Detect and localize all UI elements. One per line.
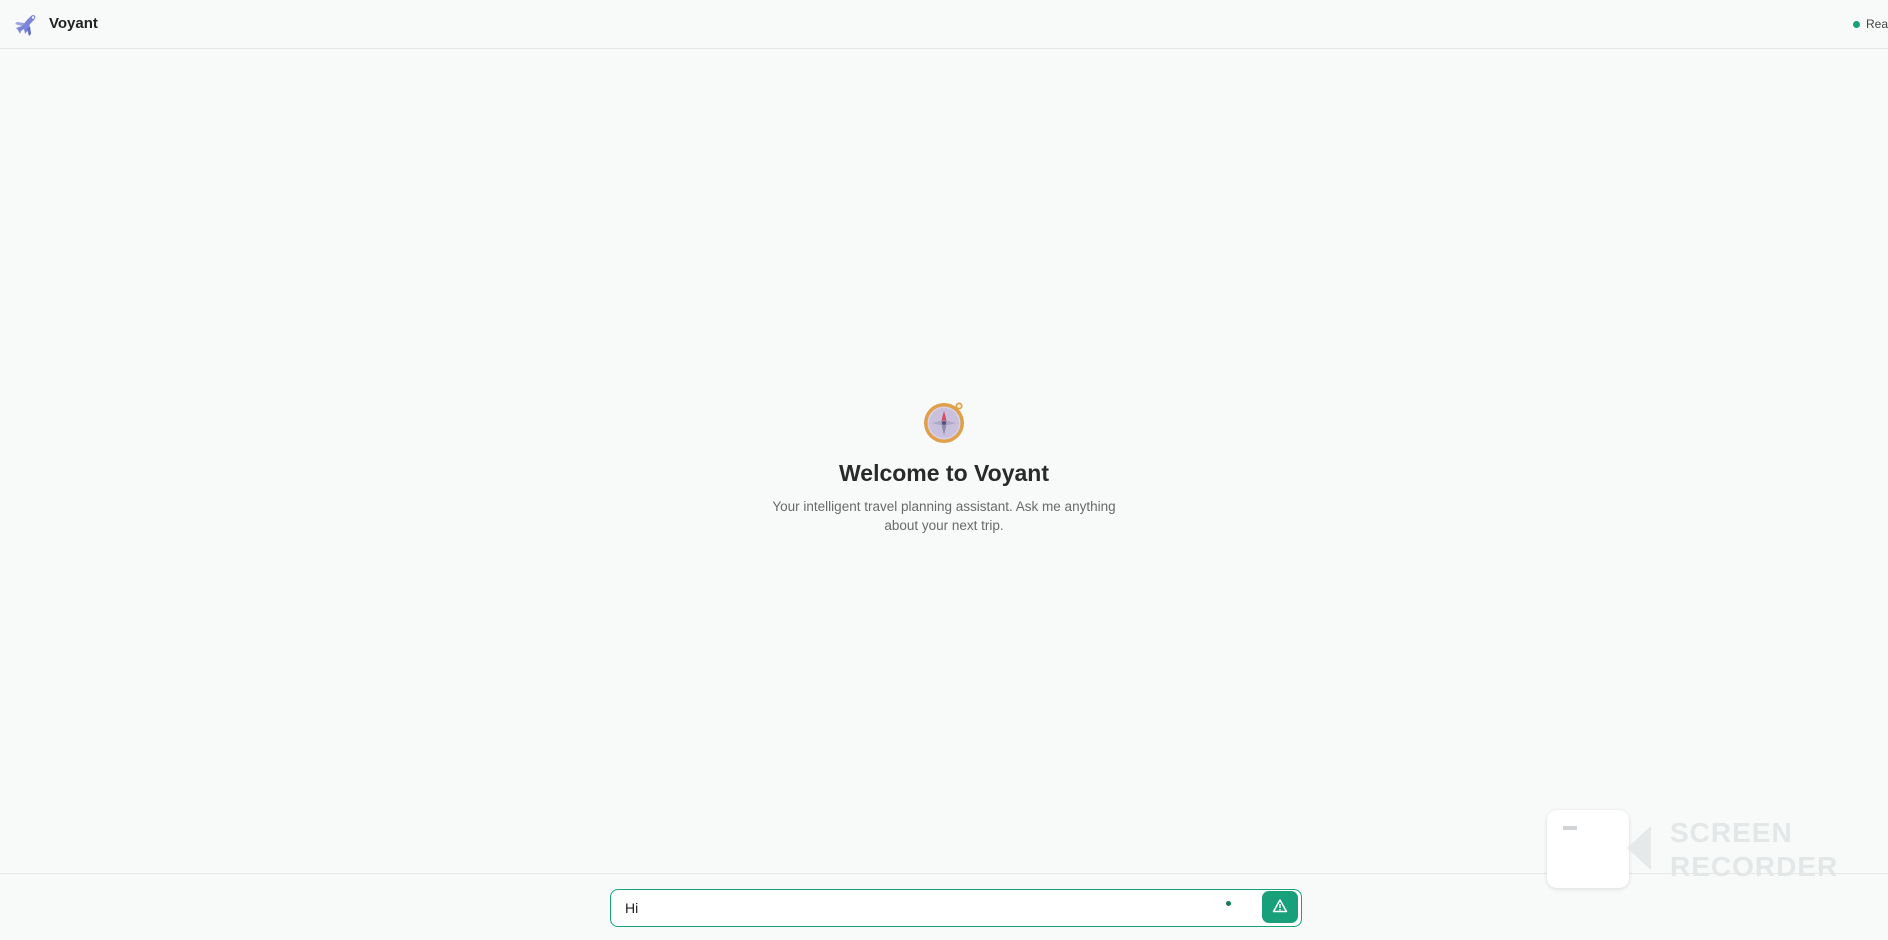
watermark-line-1: SCREEN <box>1670 817 1793 848</box>
chat-input[interactable] <box>625 898 1185 918</box>
status-indicator: Rea <box>1853 16 1888 32</box>
welcome-subtitle: Your intelligent travel planning assista… <box>772 499 1116 533</box>
typing-indicator-dot <box>1226 901 1231 906</box>
warning-triangle-icon <box>1272 898 1288 917</box>
watermark-tab <box>1563 826 1577 830</box>
status-text: Rea <box>1866 17 1888 31</box>
welcome-title: Welcome to Voyant <box>838 460 1050 486</box>
top-bar: Voyant Rea <box>0 0 1888 49</box>
airplane-icon <box>13 12 39 38</box>
send-button[interactable] <box>1262 891 1298 923</box>
watermark-text: SCREEN RECORDER <box>1670 816 1838 884</box>
welcome-panel: Welcome to Voyant Your intelligent trave… <box>744 398 1144 535</box>
compass-icon <box>744 398 1144 446</box>
screen-recorder-watermark: SCREEN RECORDER <box>1547 806 1847 890</box>
chat-input-container <box>610 889 1302 927</box>
watermark-box <box>1547 810 1629 888</box>
watermark-line-2: RECORDER <box>1670 851 1839 882</box>
status-dot-icon <box>1853 20 1860 28</box>
app-title: Voyant <box>49 15 98 32</box>
camera-icon <box>1627 826 1651 870</box>
